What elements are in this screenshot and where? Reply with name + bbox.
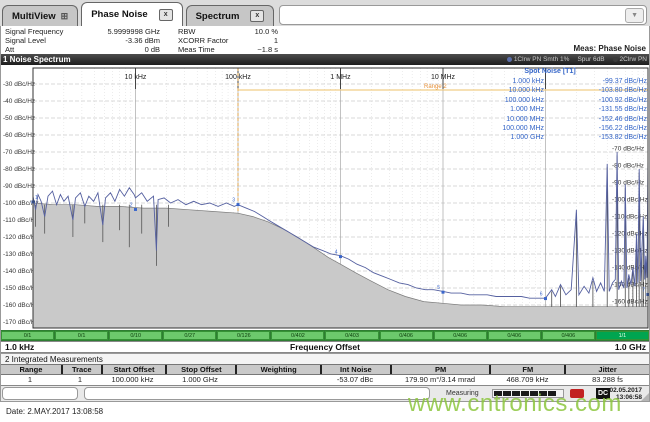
svg-text:7: 7 (642, 287, 645, 293)
integrated-measurements-header: Range Trace Start Offset Stop Offset Wei… (0, 364, 650, 375)
xcorr-segment: 0/402 (271, 331, 325, 340)
svg-text:3: 3 (232, 198, 235, 204)
trace1-dot-icon (506, 57, 512, 62)
xcorr-progress-bar: 0/1 0/1 0/10 0/27 0/126 0/402 0/403 0/40… (0, 330, 650, 341)
signal-level-value[interactable]: -3.36 dBm (125, 36, 160, 45)
noise-spectrum-title: 1 Noise Spectrum (3, 55, 71, 64)
spot-noise-table: Spot Noise [T1] 1.000 kHz -99.37 dBc/Hz 1… (452, 67, 648, 143)
spot-noise-row: 100.000 MHz -156.22 dBc/Hz (502, 124, 647, 132)
spot-noise-row: 1.000 GHz -153.82 dBc/Hz (510, 134, 647, 142)
tab-spectrum-close-icon[interactable]: x (250, 10, 265, 22)
softkey-area-left[interactable] (2, 387, 78, 400)
tab-strip-empty: ▼ (279, 5, 647, 25)
signal-frequency-label: Signal Frequency (5, 27, 64, 36)
svg-text:6: 6 (540, 292, 543, 298)
svg-text:-80 dBc/Hz: -80 dBc/Hz (3, 166, 35, 173)
spot-noise-row: 1.000 kHz -99.37 dBc/Hz (512, 78, 647, 85)
integrated-measurements-title: 2 Integrated Measurements (0, 353, 650, 364)
tab-phase-noise-label: Phase Noise (91, 9, 148, 20)
xcorr-segment: 0/27 (163, 331, 217, 340)
x-axis-stop: 1.0 GHz (614, 342, 646, 352)
meas-time-value[interactable]: ~1.8 s (257, 45, 278, 54)
integrated-measurements-row: 1 1 100.000 kHz 1.000 GHz -53.07 dBc 179… (0, 375, 650, 385)
legend-trace2: 2Clrw PN (612, 54, 647, 65)
xcorr-segment: 0/406 (379, 331, 433, 340)
xcorr-segment: 0/406 (541, 331, 595, 340)
tab-scroll-arrow-icon[interactable]: ▼ (625, 7, 644, 23)
signal-level-label: Signal Level (5, 36, 46, 45)
multiview-grid-icon: ⊞ (60, 11, 69, 21)
att-value[interactable]: 0 dB (145, 45, 160, 54)
xcorr-segment: 0/1 (1, 331, 55, 340)
rbw-label: RBW (178, 27, 196, 36)
screenshot-date-label: Date: 2.MAY.2017 13:08:58 (6, 407, 104, 416)
svg-text:-60 dBc/Hz: -60 dBc/Hz (3, 132, 35, 139)
tab-phase-noise-close-icon[interactable]: x (158, 8, 173, 21)
signal-frequency-value[interactable]: 5.9999998 GHz (107, 27, 160, 36)
x-axis-label: Frequency Offset (290, 342, 360, 352)
xcorr-factor-label: XCORR Factor (178, 36, 229, 45)
svg-text:-70 dBc/Hz: -70 dBc/Hz (612, 146, 644, 153)
rbw-value[interactable]: 10.0 % (255, 27, 278, 36)
xcorr-segment: 0/406 (433, 331, 487, 340)
tab-spectrum[interactable]: Spectrum x (185, 5, 275, 26)
spot-noise-title: Spot Noise [T1] (524, 68, 576, 75)
svg-text:2: 2 (130, 202, 133, 208)
svg-text:-30 dBc/Hz: -30 dBc/Hz (3, 81, 35, 88)
svg-text:10 kHz: 10 kHz (125, 74, 147, 81)
xcorr-segment: 0/126 (217, 331, 271, 340)
svg-text:-40 dBc/Hz: -40 dBc/Hz (3, 98, 35, 105)
xcorr-segment: 0/10 (109, 331, 163, 340)
meas-time-label: Meas Time (178, 45, 215, 54)
tab-phase-noise[interactable]: Phase Noise x (81, 2, 183, 26)
x-axis-bar: 1.0 kHz Frequency Offset 1.0 GHz (0, 341, 650, 353)
tab-bar: MultiView ⊞ Phase Noise x Spectrum x ▼ (0, 0, 650, 26)
spot-noise-row: 100.000 kHz -100.92 dBc/Hz (504, 96, 647, 104)
xcorr-segment-active: 1/1 (595, 331, 649, 340)
spot-noise-row: 10.000 MHz -152.46 dBc/Hz (506, 115, 647, 123)
tab-multiview[interactable]: MultiView ⊞ (2, 5, 79, 26)
svg-text:1 MHz: 1 MHz (330, 74, 351, 81)
measurement-header: Signal Frequency 5.9999998 GHz Signal Lev… (0, 26, 650, 54)
trace2-dot-icon (612, 57, 618, 62)
tab-multiview-label: MultiView (12, 10, 56, 22)
left-edge-divider (0, 26, 1, 402)
xcorr-segment: 0/403 (325, 331, 379, 340)
spot-noise-row: 10.000 kHz -103.80 dBc/Hz (508, 87, 647, 95)
svg-text:-70 dBc/Hz: -70 dBc/Hz (3, 149, 35, 156)
watermark: www.cntronics.com (408, 390, 622, 417)
trace-legend: 1Clrw PN Smth 1% Spur 6dB 2Clrw PN (506, 54, 647, 65)
legend-trace1: 1Clrw PN Smth 1% (506, 54, 569, 65)
tab-spectrum-label: Spectrum (195, 10, 240, 22)
xcorr-segment: 0/1 (55, 331, 109, 340)
legend-spur: Spur 6dB (577, 56, 605, 63)
svg-text:1: 1 (35, 195, 38, 201)
noise-spectrum-titlebar: 1 Noise Spectrum 1Clrw PN Smth 1% Spur 6… (0, 54, 650, 65)
svg-text:Range 2: Range 2 (424, 84, 447, 90)
header-right-group: RBW 10.0 % XCORR Factor 1 Meas Time ~1.8 s (178, 27, 278, 54)
svg-text:-50 dBc/Hz: -50 dBc/Hz (3, 115, 35, 122)
xcorr-factor-value[interactable]: 1 (274, 36, 278, 45)
xcorr-segment: 0/406 (487, 331, 541, 340)
softkey-area-center[interactable] (84, 387, 430, 400)
spot-noise-row: 1.000 MHz -131.55 dBc/Hz (510, 106, 647, 114)
svg-text:4: 4 (335, 250, 338, 256)
phase-noise-analyzer-window: MultiView ⊞ Phase Noise x Spectrum x ▼ S… (0, 0, 650, 422)
meas-mode-label: Meas: Phase Noise (573, 44, 646, 53)
att-label: Att (5, 45, 15, 54)
header-left-group: Signal Frequency 5.9999998 GHz Signal Lev… (5, 27, 160, 54)
svg-text:-90 dBc/Hz: -90 dBc/Hz (3, 183, 35, 190)
svg-text:5: 5 (437, 285, 440, 291)
integrated-measurements: 2 Integrated Measurements Range Trace St… (0, 353, 650, 386)
